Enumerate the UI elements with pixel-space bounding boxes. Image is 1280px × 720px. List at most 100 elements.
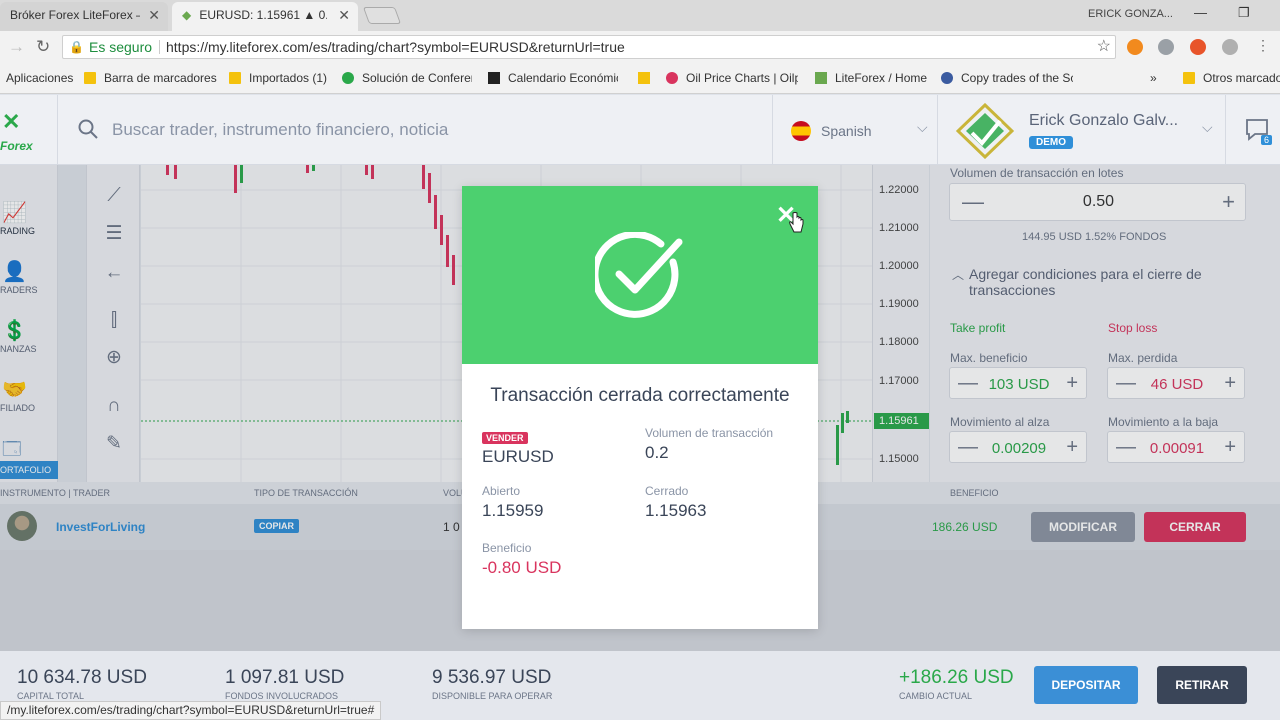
bookmarks-bar: Aplicaciones Barra de marcadores Importa… [0, 63, 1280, 94]
stat-label: CAMBIO ACTUAL [899, 691, 973, 701]
extension-icon[interactable] [1190, 39, 1206, 55]
reload-icon[interactable]: ↻ [36, 37, 50, 57]
bookmarks-overflow-button[interactable]: » [1150, 71, 1157, 85]
bookmark-link[interactable]: Calendario Económic [488, 71, 618, 85]
bookmark-label: LiteForex / Home [835, 71, 928, 85]
search-input[interactable] [112, 117, 712, 143]
liteforex-favicon-icon: ◆ [182, 8, 192, 22]
bookmark-folder[interactable]: Barra de marcadores [84, 71, 217, 85]
success-check-icon [595, 232, 683, 318]
browser-tab-eurusd[interactable]: ◆ EURUSD: 1.15961 ▲ 0.22 ✕ [172, 2, 358, 31]
language-selector[interactable]: Spanish ⌵ [772, 95, 938, 165]
browser-tab-liteforex[interactable]: Bróker Forex LiteForex – O ✕ [0, 2, 168, 31]
closed-value: 1.15963 [645, 501, 707, 520]
field-opened: Abierto 1.15959 [482, 484, 543, 521]
browser-status-url: /my.liteforex.com/es/trading/chart?symbo… [0, 701, 382, 720]
menu-dots-icon[interactable]: ⋮ [1256, 37, 1270, 54]
user-menu[interactable]: Erick Gonzalo Galv... DEMO ⌵ [940, 95, 1226, 165]
transaction-closed-dialog: ✕ Transacción cerrada correctamente VEND… [462, 186, 818, 629]
tab-close-icon[interactable]: ✕ [148, 2, 160, 29]
sell-badge: VENDER [482, 432, 528, 444]
tab-close-icon[interactable]: ✕ [338, 2, 350, 29]
chat-button[interactable]: 6 [1244, 117, 1276, 145]
stat-value: +186.26 USD [899, 667, 1014, 688]
stat-capital: 10 634.78 USD CAPITAL TOTAL [17, 667, 147, 701]
hand-cursor-icon [789, 212, 804, 233]
bookmark-label: Copy trades of the Sc [961, 71, 1073, 85]
field-profit: Beneficio -0.80 USD [482, 541, 561, 578]
new-tab-button[interactable] [362, 7, 402, 24]
bookmark-label: Calendario Económic [508, 71, 618, 85]
bookmark-other-folder[interactable]: Otros marcado [1183, 71, 1280, 85]
divider [159, 40, 160, 54]
folder-icon [229, 72, 241, 84]
extension-icon[interactable] [1158, 39, 1174, 55]
bookmark-star-icon[interactable]: ☆ [1097, 36, 1111, 58]
user-name: Erick Gonzalo Galv... [1029, 112, 1179, 129]
stat-available: 9 536.97 USD DISPONIBLE PARA OPERAR [432, 667, 552, 701]
stat-funds-involved: 1 097.81 USD FONDOS INVOLUCRADOS [225, 667, 344, 701]
address-bar: → ↻ 🔒 Es seguro https://my.liteforex.com… [0, 31, 1280, 63]
dialog-title: Transacción cerrada correctamente [490, 385, 790, 406]
profit-label: Beneficio [482, 541, 532, 555]
account-type-badge: DEMO [1029, 136, 1073, 149]
chevron-down-icon: ⌵ [1202, 119, 1213, 135]
logo-text: Forex [0, 139, 33, 153]
instrument-value: EURUSD [482, 447, 554, 466]
bookmark-folder[interactable]: Importados (1) [229, 71, 327, 85]
extension-icon[interactable] [1222, 39, 1238, 55]
bookmark-link[interactable]: Copy trades of the Sc [941, 71, 1073, 85]
bookmark-apps[interactable]: Aplicaciones [6, 71, 73, 85]
search-icon [78, 119, 98, 139]
url-omnibox[interactable]: 🔒 Es seguro https://my.liteforex.com/es/… [62, 35, 1116, 59]
stat-label: CAPITAL TOTAL [17, 691, 85, 701]
withdraw-button[interactable]: RETIRAR [1157, 666, 1247, 704]
opened-label: Abierto [482, 484, 521, 498]
field-closed: Cerrado 1.15963 [645, 484, 706, 521]
stat-label: DISPONIBLE PARA OPERAR [432, 691, 553, 701]
liteforex-icon [815, 72, 827, 84]
oil-icon [666, 72, 678, 84]
profit-value: -0.80 USD [482, 558, 562, 577]
back-arrow-icon[interactable]: → [8, 37, 25, 57]
dialog-success-banner: ✕ [462, 186, 818, 364]
url-text[interactable]: https://my.liteforex.com/es/trading/char… [166, 36, 625, 58]
minimize-icon[interactable]: — [1194, 5, 1207, 20]
account-avatar-icon [956, 103, 1014, 159]
liteforex-logo[interactable]: ✕ Forex [0, 95, 58, 165]
rss-extension-icon[interactable] [1127, 39, 1143, 55]
investing-icon [488, 72, 500, 84]
tab-title: Bróker Forex LiteForex – O [10, 8, 140, 22]
stat-value: 9 536.97 USD [432, 667, 552, 688]
maximize-icon[interactable]: ❐ [1238, 5, 1250, 21]
opened-value: 1.15959 [482, 501, 544, 520]
window-profile-name[interactable]: ERICK GONZA... [1088, 8, 1173, 20]
closed-label: Cerrado [645, 484, 689, 498]
bookmark-link[interactable]: Oil Price Charts | Oilp [666, 71, 798, 85]
stat-value: 1 097.81 USD [225, 667, 345, 688]
app-header: ✕ Forex Spanish ⌵ Erick Gonzalo Galv... … [0, 95, 1280, 165]
volume-label: Volumen de transacción [645, 426, 774, 440]
bitcoin-icon [638, 72, 650, 84]
volume-value: 0.2 [645, 443, 669, 462]
language-label: Spanish [821, 123, 872, 139]
bookmark-label: Oil Price Charts | Oilp [686, 71, 798, 85]
overflow-icon: » [1150, 71, 1157, 85]
bookmark-link[interactable]: LiteForex / Home [815, 71, 927, 85]
field-instrument: VENDER EURUSD [482, 428, 554, 467]
logo-mark-icon: ✕ [2, 109, 21, 134]
bookmark-label: Otros marcado [1203, 71, 1280, 85]
bookmark-label: Barra de marcadores [104, 71, 217, 85]
chevron-down-icon: ⌵ [917, 119, 928, 135]
field-volume: Volumen de transacción 0.2 [645, 426, 773, 463]
copytrades-icon [941, 72, 953, 84]
bookmark-link[interactable]: Solución de Conferen [342, 71, 472, 85]
secure-label: Es seguro [89, 39, 153, 55]
stat-current-change: +186.26 USD CAMBIO ACTUAL [899, 667, 1014, 701]
conference-icon [342, 72, 354, 84]
bookmark-label: Aplicaciones [6, 71, 74, 85]
lock-icon: 🔒 [69, 40, 84, 54]
folder-icon [1183, 72, 1195, 84]
bookmark-link[interactable] [638, 71, 658, 85]
deposit-button[interactable]: DEPOSITAR [1034, 666, 1138, 704]
